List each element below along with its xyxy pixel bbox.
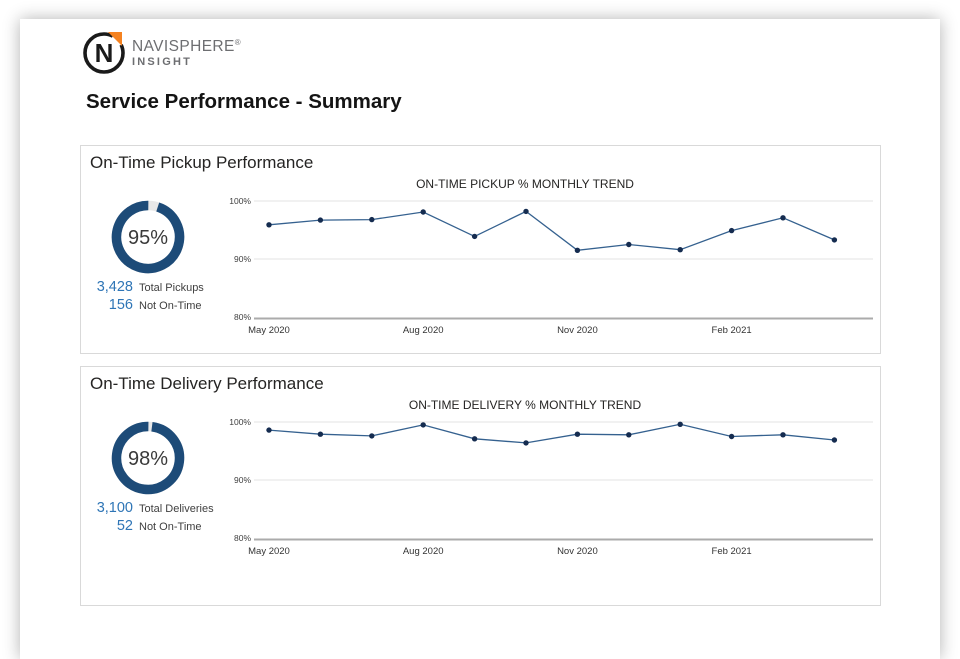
svg-text:Feb 2021: Feb 2021 — [712, 325, 752, 336]
delivery-trend-chart[interactable]: ON-TIME DELIVERY % MONTHLY TREND 100% 90% 8… — [229, 395, 889, 575]
stat-value: 3,100 — [85, 500, 133, 517]
delivery-donut-chart[interactable]: 98% — [109, 419, 187, 497]
svg-text:80%: 80% — [234, 533, 251, 543]
svg-text:May 2020: May 2020 — [248, 546, 290, 557]
brand-name: NAVISPHERE® — [132, 35, 241, 55]
svg-text:Aug 2020: Aug 2020 — [403, 325, 444, 336]
stat-value: 52 — [85, 518, 133, 535]
svg-text:Nov 2020: Nov 2020 — [557, 325, 598, 336]
brand-header: N NAVISPHERE® INSIGHT — [82, 30, 241, 74]
stat-label: Not On-Time — [139, 298, 202, 315]
svg-text:100%: 100% — [229, 417, 251, 427]
stat-total-pickups: 3,428 Total Pickups — [85, 279, 204, 297]
stat-label: Total Deliveries — [139, 501, 214, 518]
card-pickup-performance: On-Time Pickup Performance 95% 3,428 Tot… — [80, 145, 881, 354]
report-page: N NAVISPHERE® INSIGHT Service Performanc… — [20, 19, 940, 659]
navisphere-logo-icon: N — [82, 30, 126, 74]
pickup-donut-chart[interactable]: 95% — [109, 198, 187, 276]
svg-text:98%: 98% — [128, 448, 168, 470]
svg-text:95%: 95% — [128, 227, 168, 249]
stat-value: 156 — [85, 297, 133, 314]
page-title: Service Performance - Summary — [86, 90, 402, 114]
stat-deliveries-not-on-time: 52 Not On-Time — [85, 518, 214, 536]
svg-text:100%: 100% — [229, 196, 251, 206]
svg-text:ON-TIME PICKUP % MONTHLY TREND: ON-TIME PICKUP % MONTHLY TREND — [416, 177, 634, 191]
card-delivery-performance: On-Time Delivery Performance 98% 3,100 T… — [80, 366, 881, 606]
stat-total-deliveries: 3,100 Total Deliveries — [85, 500, 214, 518]
svg-text:May 2020: May 2020 — [248, 325, 290, 336]
stat-value: 3,428 — [85, 279, 133, 296]
pickup-trend-chart[interactable]: ON-TIME PICKUP % MONTHLY TREND 100% 90% 80%… — [229, 174, 889, 354]
pickup-card-title: On-Time Pickup Performance — [90, 153, 313, 173]
stat-label: Total Pickups — [139, 280, 204, 297]
svg-text:N: N — [95, 38, 114, 68]
svg-text:Nov 2020: Nov 2020 — [557, 546, 598, 557]
svg-text:Aug 2020: Aug 2020 — [403, 546, 444, 557]
delivery-stats: 3,100 Total Deliveries 52 Not On-Time — [85, 500, 214, 536]
brand-wordmark: NAVISPHERE® INSIGHT — [132, 35, 241, 69]
stat-pickups-not-on-time: 156 Not On-Time — [85, 297, 204, 315]
svg-text:90%: 90% — [234, 475, 251, 485]
brand-subtitle: INSIGHT — [132, 56, 241, 69]
svg-text:80%: 80% — [234, 312, 251, 322]
svg-text:ON-TIME DELIVERY % MONTHLY TRE: ON-TIME DELIVERY % MONTHLY TREND — [409, 398, 642, 412]
svg-text:Feb 2021: Feb 2021 — [712, 546, 752, 557]
svg-text:90%: 90% — [234, 254, 251, 264]
delivery-card-title: On-Time Delivery Performance — [90, 374, 324, 394]
pickup-stats: 3,428 Total Pickups 156 Not On-Time — [85, 279, 204, 315]
stat-label: Not On-Time — [139, 519, 202, 536]
